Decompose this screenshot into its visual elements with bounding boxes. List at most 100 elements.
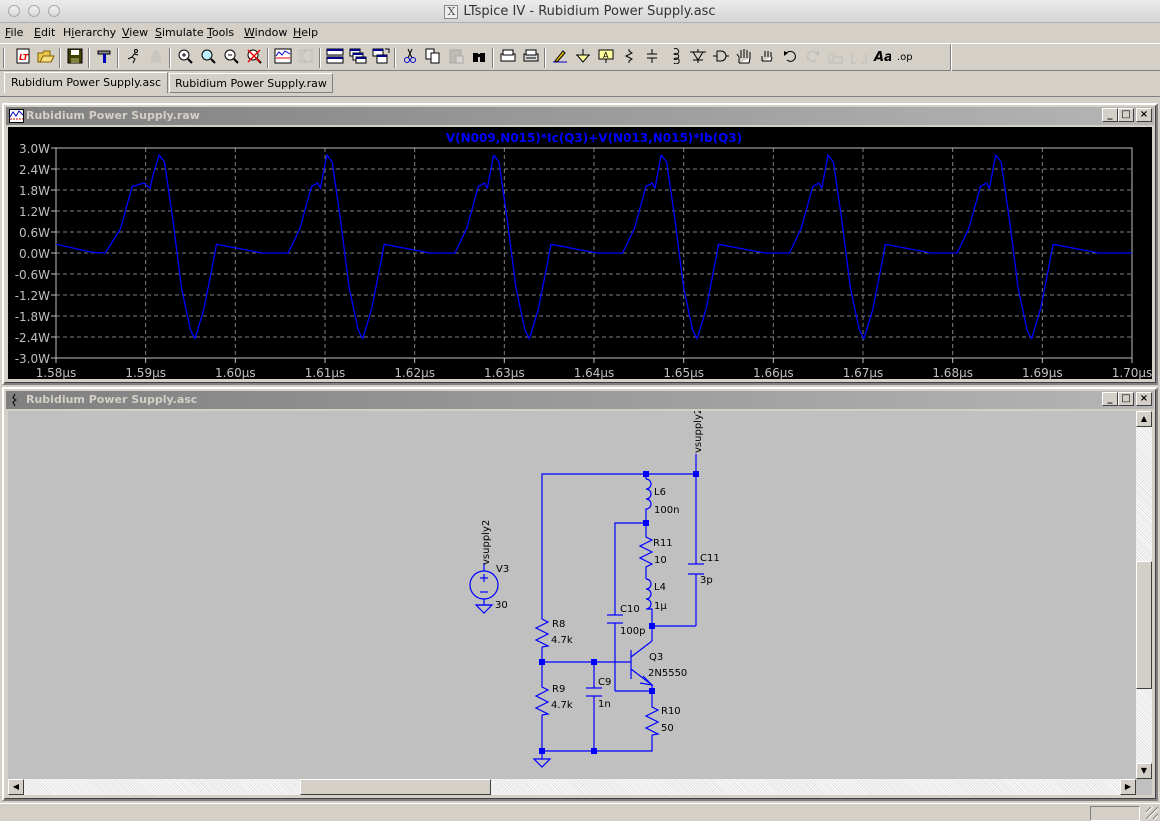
menu-view[interactable]: View [122, 26, 148, 39]
close-all-button[interactable] [370, 47, 392, 69]
schematic-canvas[interactable]: L6 100n R11 10 L4 1µ C11 3p C10 100p R8 … [8, 411, 1152, 795]
scroll-down-button[interactable]: ▼ [1136, 763, 1152, 779]
paste-button[interactable] [445, 47, 467, 69]
undo-button[interactable] [779, 47, 801, 69]
zoom-out-button[interactable] [220, 47, 242, 69]
open-folder-icon [37, 48, 55, 68]
move-hand-button[interactable] [733, 47, 755, 69]
x-tick-label: 1.60µs [215, 366, 256, 380]
ref-R10: R10 [661, 706, 681, 717]
tile-horizontal-button[interactable] [324, 47, 346, 69]
schematic-drawing[interactable]: L6 100n R11 10 L4 1µ C11 3p C10 100p R8 … [8, 411, 1138, 779]
y-tick-label: 3.0W [19, 142, 50, 156]
minimize-button[interactable]: _ [1102, 392, 1118, 406]
schematic-window-titlebar[interactable]: Rubidium Power Supply.asc _ □ × [6, 391, 1154, 409]
vertical-scroll-thumb[interactable] [1136, 561, 1152, 689]
halt-hand-icon [148, 48, 164, 68]
zoom-in-button[interactable] [174, 47, 196, 69]
undo-icon [782, 48, 798, 68]
halt-hand-button[interactable] [145, 47, 167, 69]
resize-grip[interactable] [1146, 807, 1158, 819]
waveform-window-titlebar[interactable]: Rubidium Power Supply.raw _ □ × [6, 107, 1154, 125]
draw-wire-button[interactable] [549, 47, 571, 69]
pan-button[interactable] [197, 47, 219, 69]
component-button[interactable] [710, 47, 732, 69]
copy-button[interactable] [422, 47, 444, 69]
horizontal-scrollbar[interactable]: ◀ ▶ [8, 779, 1136, 795]
draw-wire-icon [552, 48, 568, 68]
autorange-button[interactable] [295, 47, 317, 69]
redo-icon [805, 48, 821, 68]
paste-icon [448, 48, 464, 68]
diode-button[interactable] [687, 47, 709, 69]
scroll-up-button[interactable]: ▲ [1136, 411, 1152, 427]
close-button[interactable]: × [1136, 392, 1152, 406]
find-binoculars-button[interactable] [468, 47, 490, 69]
x-tick-label: 1.67µs [843, 366, 884, 380]
resistor-button[interactable] [618, 47, 640, 69]
run-simulation-icon [125, 48, 141, 68]
menu-hierarchy[interactable]: Hierarchy [63, 26, 116, 39]
menu-label: Help [293, 26, 319, 39]
menu-help[interactable]: Help [293, 26, 318, 39]
y-tick-label: 2.4W [19, 163, 50, 177]
component-icon [712, 48, 730, 68]
rotate-button[interactable] [825, 47, 847, 69]
trace-label[interactable]: V(N009,N015)*Ic(Q3)+V(N013,N015)*Ib(Q3) [446, 131, 742, 145]
maximize-button[interactable]: □ [1118, 108, 1134, 122]
x-tick-label: 1.59µs [125, 366, 166, 380]
open-folder-button[interactable] [35, 47, 57, 69]
cascade-button[interactable] [347, 47, 369, 69]
ref-R11: R11 [653, 538, 673, 549]
mirror-button[interactable] [848, 47, 870, 69]
minimize-button[interactable]: _ [1102, 108, 1118, 122]
capacitor-button[interactable] [641, 47, 663, 69]
waveform-plot-pane[interactable]: V(N009,N015)*Ic(Q3)+V(N013,N015)*Ib(Q3) 1… [8, 127, 1152, 380]
wire [614, 522, 646, 615]
menu-window[interactable]: Window [244, 26, 287, 39]
x11-icon: X [444, 5, 459, 19]
spice-directive-button[interactable]: .op [894, 47, 916, 69]
scroll-right-button[interactable]: ▶ [1120, 779, 1136, 795]
menu-edit[interactable]: Edit [34, 26, 55, 39]
print-preview-icon [499, 48, 517, 68]
toolbar-separator [88, 48, 90, 68]
control-panel-hammer-button[interactable] [93, 47, 115, 69]
tab-schematic[interactable]: Rubidium Power Supply.asc [4, 72, 168, 93]
label-net-button[interactable]: A [595, 47, 617, 69]
menu-file[interactable]: File [5, 26, 23, 39]
schematic-window-title: Rubidium Power Supply.asc [26, 393, 198, 406]
drag-hand-button[interactable] [756, 47, 778, 69]
close-button[interactable]: × [1136, 108, 1152, 122]
x-tick-label: 1.63µs [484, 366, 525, 380]
y-tick-label: 0.0W [19, 247, 50, 261]
cascade-icon [349, 48, 367, 68]
maximize-button[interactable]: □ [1118, 392, 1134, 406]
print-button[interactable] [520, 47, 542, 69]
scroll-left-button[interactable]: ◀ [8, 779, 24, 795]
save-button[interactable] [64, 47, 86, 69]
cut-button[interactable] [399, 47, 421, 69]
tab-waveform[interactable]: Rubidium Power Supply.raw [169, 73, 333, 93]
vertical-scrollbar[interactable]: ▲ ▼ [1136, 411, 1152, 779]
inductor-button[interactable] [664, 47, 686, 69]
redo-button[interactable] [802, 47, 824, 69]
ground-button[interactable] [572, 47, 594, 69]
zoom-in-icon [177, 48, 193, 68]
mdi-area: Rubidium Power Supply.raw _ □ × V(N009,N… [0, 96, 1160, 803]
menu-simulate[interactable]: Simulate [155, 26, 204, 39]
plot-settings-button[interactable] [272, 47, 294, 69]
menu-tools[interactable]: Tools [207, 26, 234, 39]
print-preview-button[interactable] [497, 47, 519, 69]
text-button[interactable]: Aa [871, 47, 893, 69]
diode-icon [689, 48, 707, 68]
ref-R8: R8 [552, 619, 565, 630]
zoom-fit-button[interactable] [243, 47, 265, 69]
menu-label: Window [244, 26, 288, 39]
horizontal-scroll-thumb[interactable] [300, 779, 491, 795]
run-simulation-button[interactable] [122, 47, 144, 69]
status-panel [1090, 806, 1140, 821]
print-icon [522, 48, 540, 68]
waveform-plot[interactable]: V(N009,N015)*Ic(Q3)+V(N013,N015)*Ib(Q3) 1… [8, 127, 1156, 383]
new-schematic-button[interactable]: LT [12, 47, 34, 69]
